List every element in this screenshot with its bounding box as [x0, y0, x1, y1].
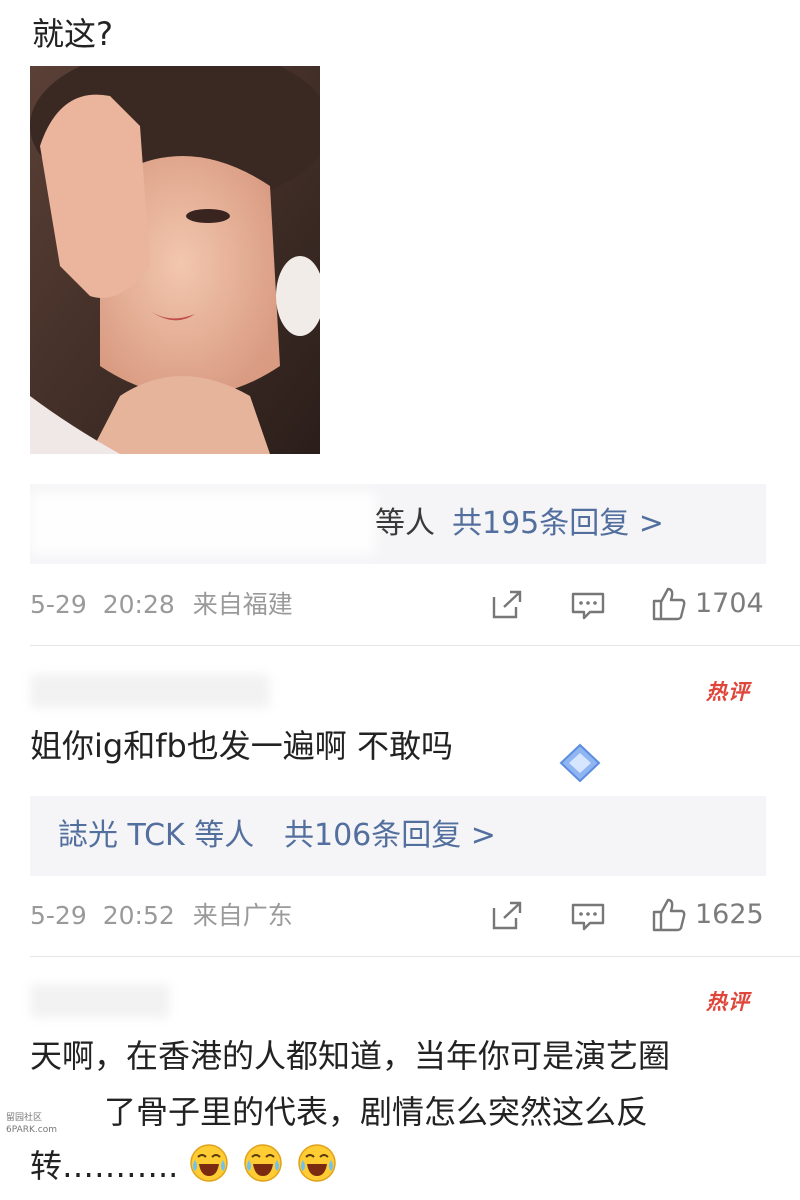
comment-time: 20:52 — [102, 901, 175, 930]
portrait-image — [30, 66, 320, 454]
post-text: 就这? — [32, 15, 113, 53]
comment-text-end: 转……….. — [30, 1147, 179, 1185]
comment-text: 姐你ig和fb也发一遍啊 不敢吗 — [30, 727, 453, 765]
comment-icon[interactable] — [570, 590, 606, 622]
post-photo[interactable] — [30, 66, 320, 454]
divider — [30, 956, 800, 957]
reply-summary-box[interactable]: 等人 共195条回复 > — [30, 484, 766, 564]
divider — [30, 645, 800, 646]
watermark-line: 留园社区 — [6, 1113, 43, 1123]
laughing-crying-emoji-icon — [297, 1143, 337, 1183]
comment-meta: 5-29 20:52 来自广东 — [30, 901, 293, 931]
comment-meta: 5-29 20:28 来自福建 — [30, 590, 293, 620]
badge-icon — [555, 741, 605, 789]
thumbs-up-icon — [651, 586, 687, 622]
watermark-line: 6PARK.com — [6, 1125, 57, 1135]
thumbs-up-icon — [651, 897, 687, 933]
comment-text-line: 转……….. — [30, 1138, 341, 1194]
laughing-crying-emoji-icon — [243, 1143, 283, 1183]
reply-count-link[interactable]: 共195条回复 > — [452, 506, 664, 542]
comment-time: 20:28 — [102, 590, 175, 619]
comment-date: 5-29 — [30, 901, 87, 930]
like-count: 1625 — [695, 899, 764, 930]
comment-location: 来自广东 — [192, 901, 293, 930]
watermark: 留园社区 6PARK.com — [6, 1112, 57, 1136]
comment-icon[interactable] — [570, 901, 606, 933]
like-button[interactable]: 1704 — [651, 586, 764, 622]
username-redaction — [30, 492, 375, 554]
reply-users[interactable]: 誌光 TCK 等人 — [58, 818, 254, 854]
username-redaction — [30, 984, 170, 1018]
like-button[interactable]: 1625 — [651, 897, 764, 933]
comment-text-line: 天啊，在香港的人都知道，当年你可是演艺圈 — [30, 1037, 671, 1075]
comment-location: 来自福建 — [192, 590, 293, 619]
share-icon[interactable] — [490, 589, 524, 621]
hot-comment-badge: 热评 — [706, 990, 750, 1014]
laughing-crying-emoji-icon — [189, 1143, 229, 1183]
reply-count-link[interactable]: 共106条回复 > — [284, 818, 496, 854]
hot-comment-badge: 热评 — [706, 680, 750, 704]
comment-date: 5-29 — [30, 590, 87, 619]
like-count: 1704 — [695, 588, 764, 619]
reply-summary-box[interactable]: 誌光 TCK 等人 共106条回复 > — [30, 796, 766, 876]
username-redaction — [30, 674, 270, 708]
reply-users: 等人 — [375, 506, 435, 541]
share-icon[interactable] — [490, 900, 524, 932]
comment-text-line: 了骨子里的代表，剧情怎么突然这么反 — [104, 1093, 649, 1131]
